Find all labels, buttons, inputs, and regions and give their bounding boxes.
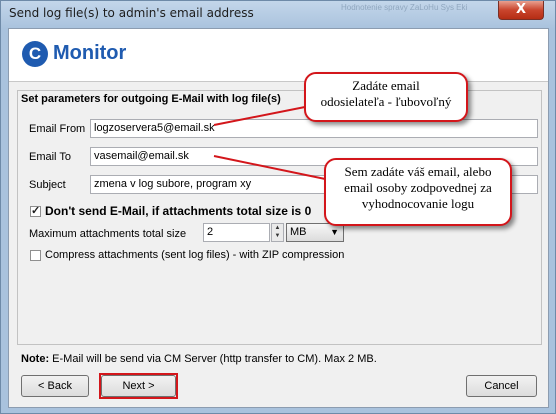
arrow-to-email-from (213, 105, 311, 126)
callout-email-from: Zadáte email odosielateľa - ľubovoľný (304, 72, 468, 122)
callout-email-to: Sem zadáte váš email, alebo email osoby … (324, 158, 512, 226)
callout2-line2: email osoby zodpovednej za (344, 180, 492, 195)
arrow-to-email-to (213, 155, 331, 181)
callout2-line1: Sem zadáte váš email, alebo (344, 164, 492, 179)
callout2-line3: vyhodnocovanie logu (361, 196, 475, 211)
callout1-line1: Zadáte email (352, 78, 420, 93)
callout1-line2: odosielateľa - ľubovoľný (320, 94, 452, 109)
